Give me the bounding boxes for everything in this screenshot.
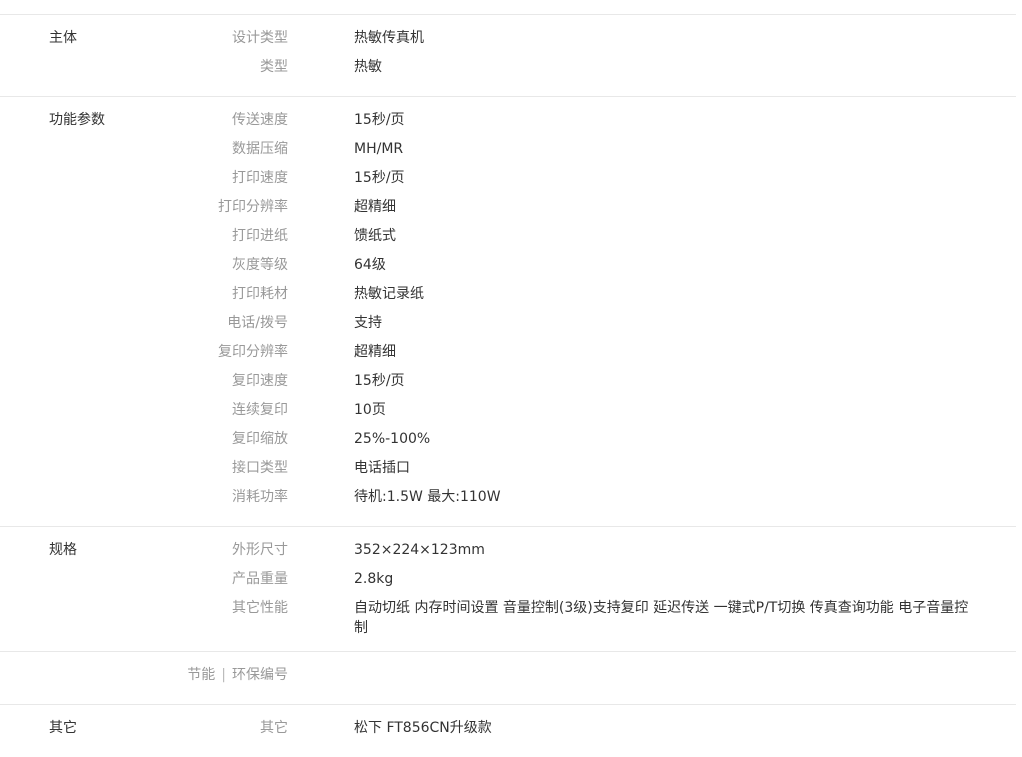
spec-row: 类型 热敏 [0, 54, 1016, 83]
spec-group-function: 功能参数 传送速度 15秒/页 数据压缩 MH/MR 打印速度 15秒/页 打印… [0, 97, 1016, 527]
spec-row: 设计类型 热敏传真机 [0, 25, 1016, 54]
spec-label: 连续复印 [232, 402, 288, 418]
spec-value: MH/MR [354, 141, 404, 157]
spec-label: 打印耗材 [232, 286, 288, 302]
spec-value: 15秒/页 [354, 373, 405, 389]
spec-group-other: 其它 其它 松下 FT856CN升级款 [0, 705, 1016, 757]
spec-value: 25%-100% [354, 431, 431, 447]
spec-label: 节能 | 环保编号 [0, 662, 288, 685]
spec-row: 灰度等级 64级 [0, 252, 1016, 281]
spec-label: 复印缩放 [232, 431, 288, 447]
spec-value: 自动切纸 内存时间设置 音量控制(3级)支持复印 延迟传送 一键式P/T切换 传… [354, 600, 969, 636]
group-title: 规格 [49, 542, 77, 558]
spec-label: 消耗功率 [232, 489, 288, 505]
group-title: 其它 [49, 720, 77, 736]
spec-row: 打印速度 15秒/页 [0, 165, 1016, 194]
spec-value: 352×224×123mm [354, 542, 485, 558]
spec-group-dimensions: 规格 外形尺寸 352×224×123mm 产品重量 2.8kg 其它性能 自动… [0, 527, 1016, 652]
spec-label: 复印分辨率 [218, 344, 288, 360]
spec-value: 馈纸式 [354, 228, 396, 244]
spec-group-eco: 节能 | 环保编号 [0, 652, 1016, 705]
spec-row: 复印分辨率 超精细 [0, 339, 1016, 368]
spec-label: 产品重量 [232, 571, 288, 587]
spec-value: 电话插口 [354, 460, 410, 476]
spec-label: 打印分辨率 [218, 199, 288, 215]
spec-group-main: 主体 设计类型 热敏传真机 类型 热敏 [0, 15, 1016, 97]
spec-row: 连续复印 10页 [0, 397, 1016, 426]
spec-row: 复印速度 15秒/页 [0, 368, 1016, 397]
spec-row: 打印分辨率 超精细 [0, 194, 1016, 223]
spec-row: 电话/拨号 支持 [0, 310, 1016, 339]
label-separator: | [221, 667, 226, 683]
spec-label: 其它 [260, 720, 288, 736]
spec-value [354, 662, 974, 665]
spec-value: 待机:1.5W 最大:110W [354, 489, 501, 505]
eco-label: 节能 [187, 667, 216, 683]
spec-row: 节能 | 环保编号 [0, 662, 1016, 691]
top-divider [0, 0, 1016, 15]
spec-label: 外形尺寸 [232, 542, 288, 558]
spec-row: 复印缩放 25%-100% [0, 426, 1016, 455]
spec-row: 消耗功率 待机:1.5W 最大:110W [0, 484, 1016, 513]
spec-value: 松下 FT856CN升级款 [354, 720, 492, 736]
spec-label: 类型 [260, 59, 288, 75]
spec-value: 热敏记录纸 [354, 286, 424, 302]
spec-value: 2.8kg [354, 571, 394, 587]
spec-label: 复印速度 [232, 373, 288, 389]
spec-label: 其它性能 [232, 600, 288, 616]
spec-row: 打印进纸 馈纸式 [0, 223, 1016, 252]
spec-value: 64级 [354, 257, 386, 273]
spec-row: 数据压缩 MH/MR [0, 136, 1016, 165]
spec-label: 数据压缩 [232, 141, 288, 157]
spec-value: 超精细 [354, 344, 396, 360]
spec-label: 打印进纸 [232, 228, 288, 244]
spec-label: 设计类型 [232, 30, 288, 46]
spec-row: 传送速度 15秒/页 [0, 107, 1016, 136]
spec-value: 热敏传真机 [354, 30, 424, 46]
spec-label: 接口类型 [232, 460, 288, 476]
spec-row: 其它性能 自动切纸 内存时间设置 音量控制(3级)支持复印 延迟传送 一键式P/… [0, 595, 1016, 638]
spec-row: 产品重量 2.8kg [0, 566, 1016, 595]
eco-number-label: 环保编号 [232, 667, 288, 683]
spec-value: 15秒/页 [354, 170, 405, 186]
spec-row: 外形尺寸 352×224×123mm [0, 537, 1016, 566]
spec-label: 电话/拨号 [227, 315, 288, 331]
spec-label: 传送速度 [232, 112, 288, 128]
group-title: 主体 [49, 30, 77, 46]
spec-value: 支持 [354, 315, 382, 331]
spec-table: 主体 设计类型 热敏传真机 类型 热敏 功能参数 传送速度 15秒/页 数据压缩… [0, 0, 1016, 757]
spec-label: 打印速度 [232, 170, 288, 186]
spec-value: 超精细 [354, 199, 396, 215]
spec-value: 10页 [354, 402, 386, 418]
spec-row: 接口类型 电话插口 [0, 455, 1016, 484]
spec-row: 打印耗材 热敏记录纸 [0, 281, 1016, 310]
spec-value: 热敏 [354, 59, 382, 75]
spec-value: 15秒/页 [354, 112, 405, 128]
spec-label: 灰度等级 [232, 257, 288, 273]
group-title: 功能参数 [49, 112, 105, 128]
